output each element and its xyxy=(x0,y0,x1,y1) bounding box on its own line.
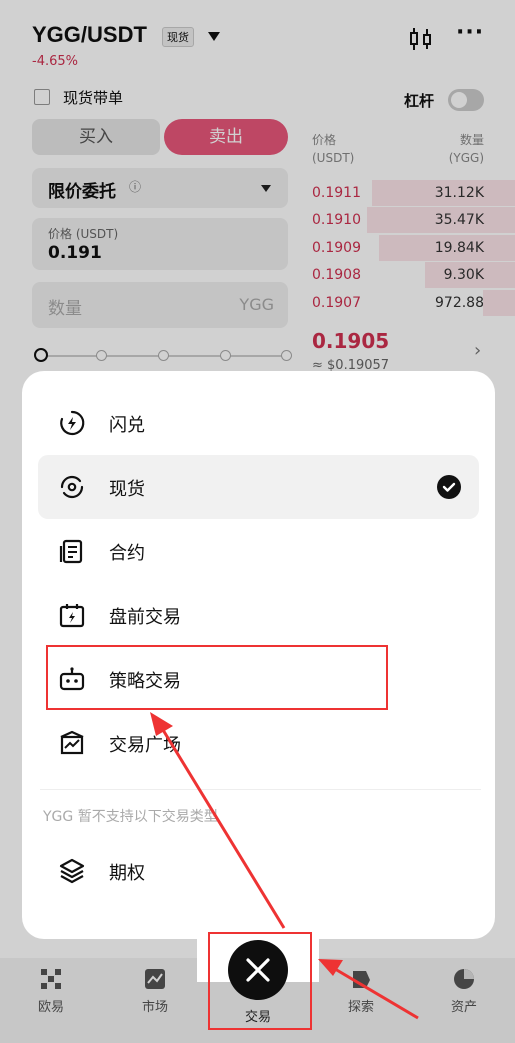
layers-icon xyxy=(59,858,85,884)
menu-item-pre-market[interactable]: 盘前交易 xyxy=(38,583,479,647)
menu-item-trading-square[interactable]: 交易广场 xyxy=(38,711,479,775)
selected-check-icon xyxy=(437,475,461,499)
trading-square-icon xyxy=(60,730,84,755)
menu-item-flash-convert[interactable]: 闪兑 xyxy=(38,391,479,455)
highlight-box-trade-button xyxy=(208,932,312,1030)
spot-icon xyxy=(60,475,84,499)
highlight-box-strategy xyxy=(46,645,388,710)
menu-item-options[interactable]: 期权 xyxy=(38,839,479,903)
contract-icon xyxy=(59,539,83,564)
menu-divider xyxy=(40,789,481,790)
pre-market-icon xyxy=(59,604,85,628)
menu-item-spot[interactable]: 现货 xyxy=(38,455,479,519)
unsupported-note: YGG 暂不支持以下交易类型 xyxy=(43,809,218,825)
menu-item-contract[interactable]: 合约 xyxy=(38,519,479,583)
flash-convert-icon xyxy=(60,410,85,436)
